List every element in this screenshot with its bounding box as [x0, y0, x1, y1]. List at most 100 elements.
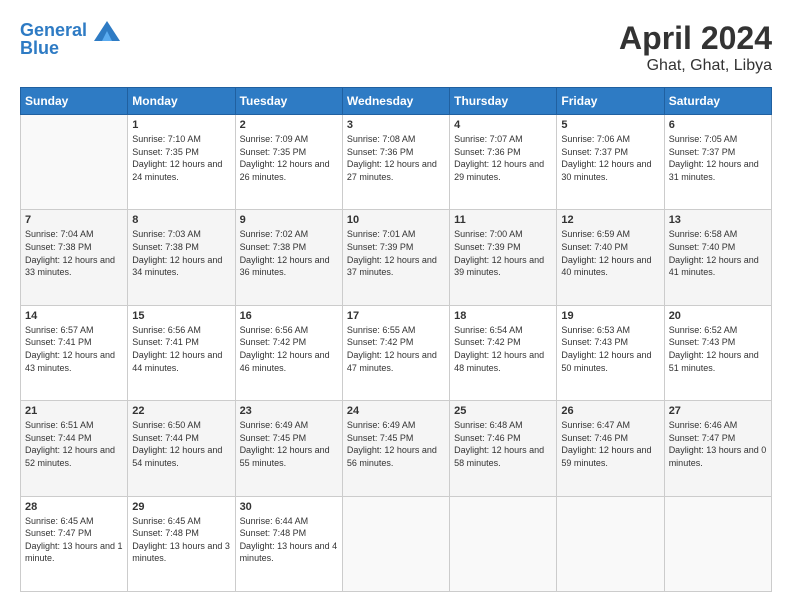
calendar-header-row: SundayMondayTuesdayWednesdayThursdayFrid…	[21, 88, 772, 115]
day-number: 14	[25, 310, 123, 322]
day-number: 5	[561, 119, 659, 131]
calendar-header-wednesday: Wednesday	[342, 88, 449, 115]
header: General Blue April 2024 Ghat, Ghat, Liby…	[20, 20, 772, 75]
day-number: 2	[240, 119, 338, 131]
day-info: Sunrise: 7:04 AMSunset: 7:38 PMDaylight:…	[25, 228, 123, 278]
day-info: Sunrise: 7:01 AMSunset: 7:39 PMDaylight:…	[347, 228, 445, 278]
calendar-header-thursday: Thursday	[450, 88, 557, 115]
day-info: Sunrise: 6:57 AMSunset: 7:41 PMDaylight:…	[25, 324, 123, 374]
location-title: Ghat, Ghat, Libya	[619, 57, 772, 75]
title-block: April 2024 Ghat, Ghat, Libya	[619, 20, 772, 75]
calendar-day-cell: 29 Sunrise: 6:45 AMSunset: 7:48 PMDayligh…	[128, 496, 235, 591]
day-number: 13	[669, 214, 767, 226]
day-number: 18	[454, 310, 552, 322]
calendar-day-cell: 7 Sunrise: 7:04 AMSunset: 7:38 PMDaylight…	[21, 210, 128, 305]
logo: General Blue	[20, 20, 120, 59]
calendar-day-cell: 6 Sunrise: 7:05 AMSunset: 7:37 PMDaylight…	[664, 115, 771, 210]
day-number: 21	[25, 405, 123, 417]
day-number: 3	[347, 119, 445, 131]
calendar-day-cell	[342, 496, 449, 591]
calendar-day-cell: 27Sunrise: 6:46 AMSunset: 7:47 PMDayligh…	[664, 401, 771, 496]
calendar-day-cell: 1 Sunrise: 7:10 AMSunset: 7:35 PMDaylight…	[128, 115, 235, 210]
day-number: 4	[454, 119, 552, 131]
day-info: Sunrise: 6:45 AMSunset: 7:47 PMDaylight:…	[25, 515, 123, 565]
day-info: Sunrise: 7:10 AMSunset: 7:35 PMDaylight:…	[132, 133, 230, 183]
calendar-day-cell	[450, 496, 557, 591]
day-info: Sunrise: 7:05 AMSunset: 7:37 PMDaylight:…	[669, 133, 767, 183]
calendar-day-cell: 16 Sunrise: 6:56 AMSunset: 7:42 PMDayligh…	[235, 305, 342, 400]
day-info: Sunrise: 6:48 AMSunset: 7:46 PMDaylight:…	[454, 419, 552, 469]
day-number: 15	[132, 310, 230, 322]
calendar-week-row: 7 Sunrise: 7:04 AMSunset: 7:38 PMDaylight…	[21, 210, 772, 305]
calendar-day-cell: 2 Sunrise: 7:09 AMSunset: 7:35 PMDaylight…	[235, 115, 342, 210]
day-info: Sunrise: 7:09 AMSunset: 7:35 PMDaylight:…	[240, 133, 338, 183]
day-number: 25	[454, 405, 552, 417]
day-info: Sunrise: 6:58 AMSunset: 7:40 PMDaylight:…	[669, 228, 767, 278]
day-number: 30	[240, 501, 338, 513]
page: General Blue April 2024 Ghat, Ghat, Liby…	[0, 0, 792, 612]
day-number: 16	[240, 310, 338, 322]
day-number: 27	[669, 405, 767, 417]
calendar-day-cell: 23Sunrise: 6:49 AMSunset: 7:45 PMDayligh…	[235, 401, 342, 496]
day-info: Sunrise: 6:50 AMSunset: 7:44 PMDaylight:…	[132, 419, 230, 469]
day-number: 11	[454, 214, 552, 226]
calendar-day-cell: 17Sunrise: 6:55 AMSunset: 7:42 PMDayligh…	[342, 305, 449, 400]
day-number: 9	[240, 214, 338, 226]
day-number: 28	[25, 501, 123, 513]
calendar-day-cell	[21, 115, 128, 210]
calendar-day-cell: 30Sunrise: 6:44 AMSunset: 7:48 PMDayligh…	[235, 496, 342, 591]
calendar: SundayMondayTuesdayWednesdayThursdayFrid…	[20, 87, 772, 592]
day-number: 7	[25, 214, 123, 226]
day-info: Sunrise: 7:00 AMSunset: 7:39 PMDaylight:…	[454, 228, 552, 278]
day-number: 10	[347, 214, 445, 226]
day-info: Sunrise: 7:02 AMSunset: 7:38 PMDaylight:…	[240, 228, 338, 278]
day-number: 26	[561, 405, 659, 417]
calendar-day-cell: 9 Sunrise: 7:02 AMSunset: 7:38 PMDaylight…	[235, 210, 342, 305]
day-info: Sunrise: 6:51 AMSunset: 7:44 PMDaylight:…	[25, 419, 123, 469]
calendar-header-monday: Monday	[128, 88, 235, 115]
day-info: Sunrise: 6:54 AMSunset: 7:42 PMDaylight:…	[454, 324, 552, 374]
day-number: 22	[132, 405, 230, 417]
day-number: 23	[240, 405, 338, 417]
calendar-week-row: 14 Sunrise: 6:57 AMSunset: 7:41 PMDayligh…	[21, 305, 772, 400]
calendar-header-tuesday: Tuesday	[235, 88, 342, 115]
day-info: Sunrise: 6:47 AMSunset: 7:46 PMDaylight:…	[561, 419, 659, 469]
calendar-day-cell: 18 Sunrise: 6:54 AMSunset: 7:42 PMDayligh…	[450, 305, 557, 400]
day-number: 1	[132, 119, 230, 131]
calendar-day-cell: 19 Sunrise: 6:53 AMSunset: 7:43 PMDayligh…	[557, 305, 664, 400]
calendar-day-cell	[557, 496, 664, 591]
calendar-day-cell: 15Sunrise: 6:56 AMSunset: 7:41 PMDayligh…	[128, 305, 235, 400]
calendar-day-cell: 14 Sunrise: 6:57 AMSunset: 7:41 PMDayligh…	[21, 305, 128, 400]
calendar-header-saturday: Saturday	[664, 88, 771, 115]
calendar-day-cell: 5 Sunrise: 7:06 AMSunset: 7:37 PMDaylight…	[557, 115, 664, 210]
calendar-day-cell: 12Sunrise: 6:59 AMSunset: 7:40 PMDayligh…	[557, 210, 664, 305]
calendar-day-cell: 3Sunrise: 7:08 AMSunset: 7:36 PMDaylight…	[342, 115, 449, 210]
day-number: 24	[347, 405, 445, 417]
calendar-day-cell: 25 Sunrise: 6:48 AMSunset: 7:46 PMDayligh…	[450, 401, 557, 496]
day-info: Sunrise: 6:49 AMSunset: 7:45 PMDaylight:…	[347, 419, 445, 469]
calendar-day-cell: 21 Sunrise: 6:51 AMSunset: 7:44 PMDayligh…	[21, 401, 128, 496]
day-info: Sunrise: 6:56 AMSunset: 7:42 PMDaylight:…	[240, 324, 338, 374]
calendar-day-cell: 24 Sunrise: 6:49 AMSunset: 7:45 PMDayligh…	[342, 401, 449, 496]
calendar-week-row: 1 Sunrise: 7:10 AMSunset: 7:35 PMDaylight…	[21, 115, 772, 210]
day-number: 19	[561, 310, 659, 322]
calendar-day-cell: 26 Sunrise: 6:47 AMSunset: 7:46 PMDayligh…	[557, 401, 664, 496]
calendar-day-cell: 4Sunrise: 7:07 AMSunset: 7:36 PMDaylight…	[450, 115, 557, 210]
day-info: Sunrise: 6:52 AMSunset: 7:43 PMDaylight:…	[669, 324, 767, 374]
calendar-week-row: 21 Sunrise: 6:51 AMSunset: 7:44 PMDayligh…	[21, 401, 772, 496]
day-info: Sunrise: 6:53 AMSunset: 7:43 PMDaylight:…	[561, 324, 659, 374]
calendar-day-cell: 8Sunrise: 7:03 AMSunset: 7:38 PMDaylight…	[128, 210, 235, 305]
calendar-day-cell	[664, 496, 771, 591]
calendar-day-cell: 28 Sunrise: 6:45 AMSunset: 7:47 PMDayligh…	[21, 496, 128, 591]
calendar-day-cell: 10 Sunrise: 7:01 AMSunset: 7:39 PMDayligh…	[342, 210, 449, 305]
calendar-header-friday: Friday	[557, 88, 664, 115]
calendar-day-cell: 13 Sunrise: 6:58 AMSunset: 7:40 PMDayligh…	[664, 210, 771, 305]
month-title: April 2024	[619, 20, 772, 57]
calendar-day-cell: 11 Sunrise: 7:00 AMSunset: 7:39 PMDayligh…	[450, 210, 557, 305]
day-number: 29	[132, 501, 230, 513]
calendar-day-cell: 20Sunrise: 6:52 AMSunset: 7:43 PMDayligh…	[664, 305, 771, 400]
day-info: Sunrise: 6:59 AMSunset: 7:40 PMDaylight:…	[561, 228, 659, 278]
day-info: Sunrise: 7:06 AMSunset: 7:37 PMDaylight:…	[561, 133, 659, 183]
day-number: 6	[669, 119, 767, 131]
day-info: Sunrise: 6:45 AMSunset: 7:48 PMDaylight:…	[132, 515, 230, 565]
